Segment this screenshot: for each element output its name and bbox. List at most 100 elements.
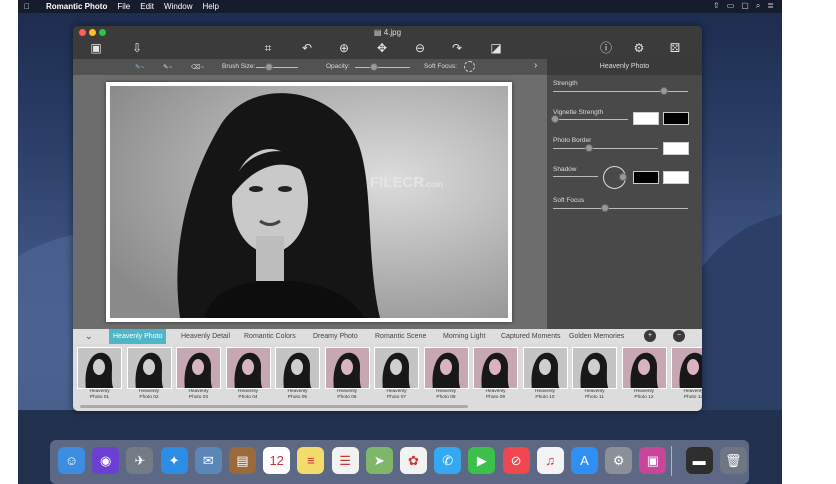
effect-thumbnail[interactable]: Heavenly Photo 01	[77, 347, 122, 405]
scanner-icon[interactable]: ▬	[685, 447, 713, 474]
category-tab[interactable]: Golden Memories	[565, 329, 628, 344]
app-store-icon[interactable]: A	[571, 447, 598, 474]
screen-icon[interactable]: ▢	[741, 1, 749, 11]
edited-photo[interactable]: FILECR.com	[110, 86, 508, 318]
shadow-secondary-swatch[interactable]	[663, 171, 689, 184]
effect-thumbnail[interactable]: Heavenly Photo 02	[126, 347, 172, 405]
effect-thumbnail[interactable]: Heavenly Photo 09	[473, 347, 518, 405]
remove-preset-button[interactable]: −	[673, 330, 685, 342]
vignette-color-dark-swatch[interactable]	[663, 112, 689, 125]
thumbnail-sublabel: Photo 11	[585, 395, 604, 400]
control-center-icon[interactable]: ≣	[767, 1, 774, 11]
add-preset-button[interactable]: +	[644, 330, 656, 342]
thumbnail-sublabel: Photo 09	[485, 395, 506, 400]
brush-size-knob[interactable]	[265, 63, 273, 71]
siri-icon[interactable]: ◉	[92, 447, 120, 474]
effect-thumbnail[interactable]: Heavenly Photo 07	[374, 347, 419, 405]
finder-icon[interactable]: ☺	[58, 447, 85, 474]
category-tab[interactable]: Heavenly Detail	[177, 329, 234, 344]
notes-icon[interactable]: ≡	[297, 447, 325, 474]
shadow-dial-knob[interactable]	[619, 173, 627, 181]
spotlight-search-icon[interactable]: ⌕	[756, 1, 760, 11]
app-menu[interactable]: Romantic Photo	[46, 2, 107, 11]
menu-help[interactable]: Help	[202, 2, 218, 11]
brush-erase-icon[interactable]: ⌫~	[191, 63, 204, 71]
close-window-button[interactable]	[79, 29, 86, 36]
effect-thumbnail[interactable]: Heavenly Photo 13	[671, 347, 702, 405]
effect-thumbnail[interactable]: Heavenly Photo 08	[423, 347, 469, 405]
undo-icon[interactable]: ↶	[298, 40, 316, 57]
messages-icon[interactable]: ✆	[434, 447, 462, 474]
category-tab[interactable]: Romantic Scene	[371, 329, 430, 344]
soft-focus-knob[interactable]	[601, 204, 609, 212]
menu-window[interactable]: Window	[164, 2, 192, 11]
save-icon[interactable]: ⇩	[128, 40, 146, 57]
launchpad-icon[interactable]: ✈	[126, 447, 154, 474]
menu-bar:  Romantic Photo File Edit Window Help ⇧…	[18, 0, 782, 13]
expand-panel-button[interactable]: ›	[534, 60, 537, 71]
vignette-color-light-swatch[interactable]	[633, 112, 659, 125]
category-tab[interactable]: Heavenly Photo	[109, 329, 167, 344]
romantic-photo-icon[interactable]: ▣	[639, 447, 667, 474]
safari-icon[interactable]: ✦	[160, 447, 188, 474]
notebook-icon[interactable]: ▤	[229, 447, 256, 474]
photos-icon[interactable]: ✿	[400, 447, 427, 474]
category-tab[interactable]: Dreamy Photo	[309, 329, 362, 344]
thumbnails-scrollbar[interactable]	[80, 405, 468, 408]
opacity-knob[interactable]	[370, 63, 378, 71]
info-icon[interactable]: ⓘ	[597, 40, 615, 57]
effect-thumbnail[interactable]: Heavenly Photo 05	[275, 347, 320, 405]
airplay-icon[interactable]: ⇧	[713, 1, 720, 11]
random-effect-icon[interactable]: ⚄	[666, 40, 684, 57]
compare-icon[interactable]: ◪	[487, 40, 505, 57]
category-tab[interactable]: Romantic Colors	[240, 329, 300, 344]
move-icon[interactable]: ✥	[373, 40, 391, 57]
trash-icon[interactable]: 🗑	[719, 447, 747, 474]
vignette-strength-knob[interactable]	[551, 115, 559, 123]
category-tab[interactable]: Morning Light	[439, 329, 489, 344]
facetime-icon[interactable]: ▶	[468, 447, 496, 474]
menu-edit[interactable]: Edit	[140, 2, 154, 11]
minimize-window-button[interactable]	[89, 29, 96, 36]
shadow-slider[interactable]	[553, 176, 598, 177]
menu-file[interactable]: File	[117, 2, 130, 11]
effect-thumbnail[interactable]: Heavenly Photo 04	[225, 347, 271, 405]
news-icon[interactable]: ⊘	[502, 447, 530, 474]
open-image-icon[interactable]: ▣	[87, 40, 105, 57]
shadow-color-swatch[interactable]	[633, 171, 659, 184]
image-canvas[interactable]: FILECR.com	[73, 75, 547, 329]
soft-focus-toggle[interactable]	[464, 61, 475, 72]
reminders-icon[interactable]: ☰	[331, 447, 359, 474]
photo-border-slider[interactable]	[553, 148, 658, 149]
thumbnail-sublabel: Photo 06	[337, 395, 357, 400]
soft-focus-slider[interactable]	[553, 208, 688, 209]
redo-icon[interactable]: ↷	[448, 40, 466, 57]
effect-thumbnail[interactable]: Heavenly Photo 12	[621, 347, 667, 405]
photo-app-icon[interactable]: ✉	[194, 447, 222, 474]
music-icon[interactable]: ♫	[536, 447, 564, 474]
strength-knob[interactable]	[660, 87, 668, 95]
effect-thumbnail[interactable]: Heavenly Photo 11	[572, 347, 617, 405]
brush-paint-icon[interactable]: ✎~	[135, 63, 144, 71]
brush-size-slider[interactable]	[256, 67, 298, 68]
settings-icon[interactable]: ⚙	[630, 40, 648, 57]
effect-thumbnail[interactable]: Heavenly Photo 03	[176, 347, 221, 405]
display-icon[interactable]: ▭	[727, 1, 735, 11]
border-color-swatch[interactable]	[663, 142, 689, 155]
category-tab[interactable]: Captured Moments	[497, 329, 565, 344]
zoom-window-button[interactable]	[99, 29, 106, 36]
effect-thumbnail[interactable]: Heavenly Photo 06	[324, 347, 370, 405]
brush-restore-icon[interactable]: ✎~	[163, 63, 172, 71]
crop-icon[interactable]: ⌗	[259, 40, 277, 57]
maps-icon[interactable]: ➤	[365, 447, 393, 474]
collapse-icon[interactable]: ⌄	[81, 329, 97, 344]
photo-border-knob[interactable]	[585, 144, 593, 152]
apple-menu-icon[interactable]: 	[24, 2, 30, 11]
vignette-strength-slider[interactable]	[553, 119, 628, 120]
zoom-in-icon[interactable]: ⊕	[335, 40, 353, 57]
effect-thumbnail[interactable]: Heavenly Photo 10	[522, 347, 568, 405]
zoom-out-icon[interactable]: ⊖	[411, 40, 429, 57]
opacity-slider[interactable]	[355, 67, 410, 68]
system-preferences-icon[interactable]: ⚙	[605, 447, 633, 474]
calendar-icon[interactable]: 12	[263, 447, 291, 474]
